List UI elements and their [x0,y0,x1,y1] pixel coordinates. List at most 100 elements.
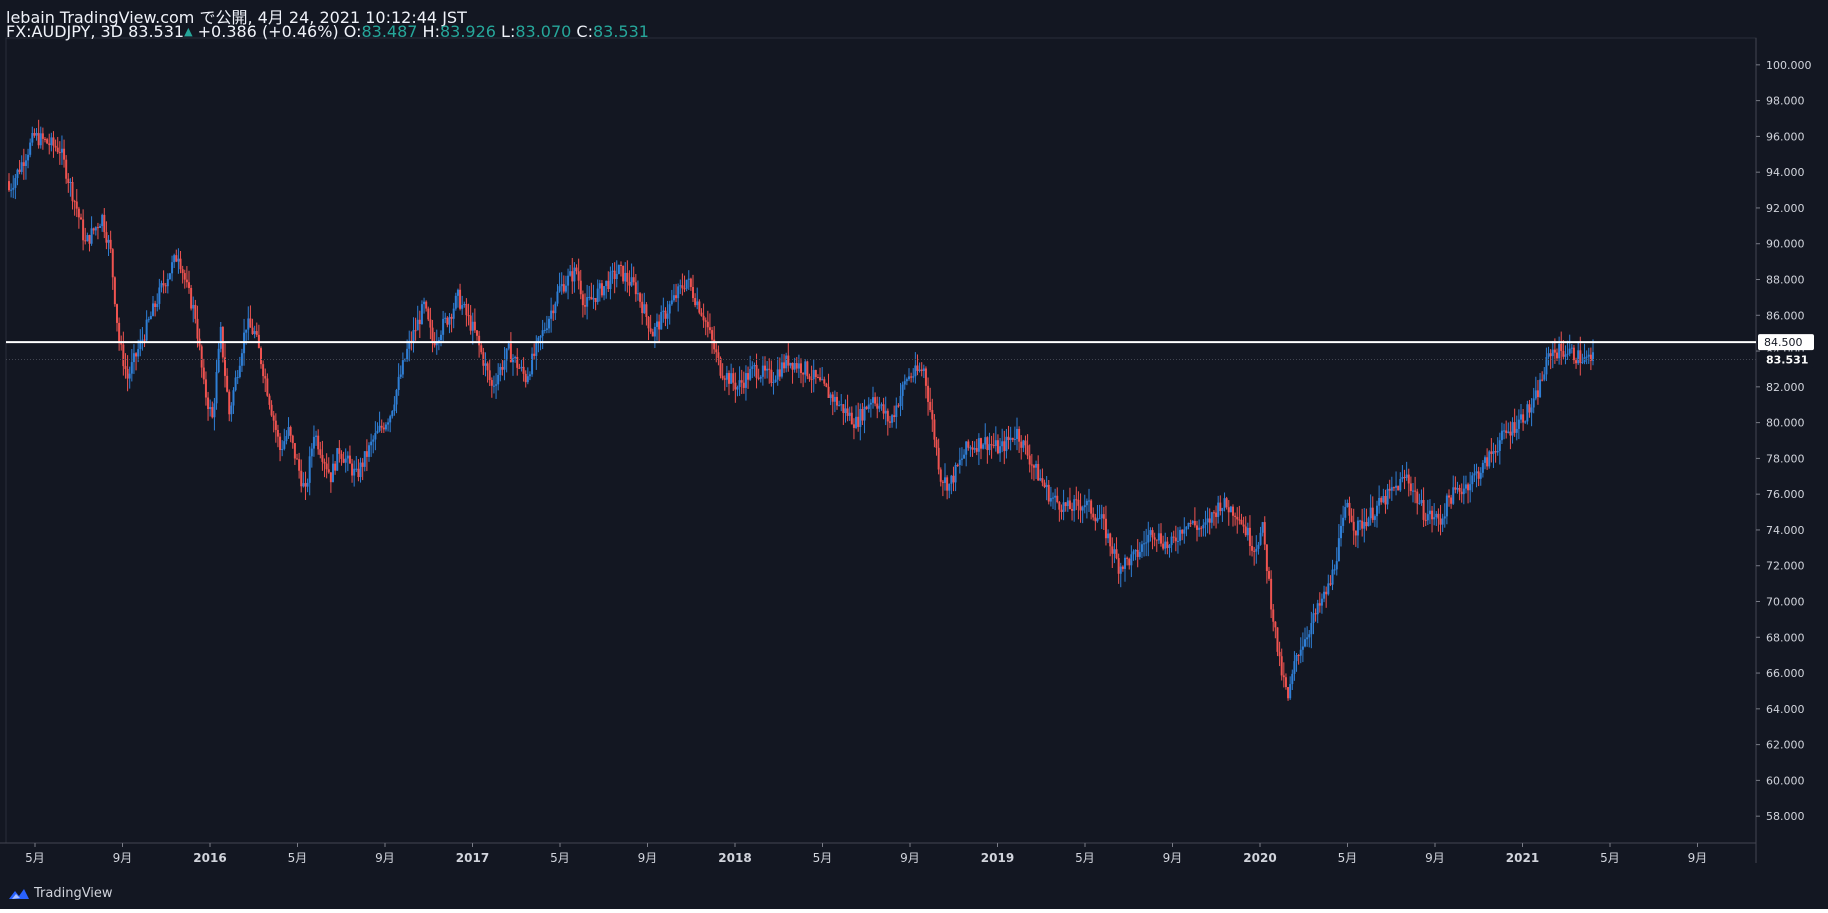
candle-body [647,316,650,329]
candle-body [1403,477,1406,479]
candle-body [814,370,817,377]
candle-body [253,331,256,334]
candle-body [933,419,936,440]
candle-body [882,404,885,414]
candle-body [264,376,267,379]
candle-body [380,425,383,428]
x-tick-label: 2020 [1243,851,1276,865]
candle-body [910,376,913,378]
candle-body [664,310,667,319]
candle-body [908,376,910,380]
candle-body [1572,347,1575,361]
open-label: O: [343,22,362,41]
candle-body [899,395,902,407]
candle-body [310,448,313,457]
candle-body [289,427,292,436]
candle-body [270,404,273,416]
candle-body [287,427,290,437]
candle-body [1575,360,1578,364]
candle-body [1388,488,1391,491]
candle-body [1337,538,1340,562]
candle-body [80,217,82,220]
candle-body [12,187,15,190]
candle-body [1079,505,1082,511]
y-tick-label: 58.000 [1766,810,1805,823]
y-tick-label: 82.000 [1766,381,1805,394]
candle-body [480,345,483,353]
candle-body [448,316,451,325]
candle-body [418,319,421,325]
candle-body [471,321,474,331]
y-tick-label: 74.000 [1766,524,1805,537]
candle-body [467,315,470,317]
candle-body [880,404,883,406]
candle-body [1435,513,1438,518]
candle-body [996,440,999,454]
candle-body [874,397,877,404]
candle-body [1475,471,1478,474]
candle-body [531,353,534,375]
candle-body [361,462,364,467]
candle-body [596,288,599,303]
candle-body [1026,445,1029,456]
candle-body [617,264,620,274]
candle-body [1189,522,1192,524]
candle-body [1348,502,1351,516]
tradingview-brand[interactable]: TradingView [8,886,113,901]
candle-body [183,273,186,280]
candle-body [518,367,521,369]
candle-body [393,404,396,412]
candle-body [499,366,502,375]
candle-body [1412,490,1414,492]
candle-body [666,313,669,319]
candle-body [368,445,370,457]
candle-body [459,289,462,309]
candle-body [240,353,243,366]
candle-body [808,376,811,380]
candle-body [653,326,656,337]
candle-body [1179,529,1182,541]
candle-body [359,462,362,478]
candle-body [1208,518,1211,523]
chart-panel[interactable]: 100.000 98.000 96.000 94.000 92.000 90.000 88.… [0,0,1828,909]
candle-body [1143,543,1146,545]
candle-body [744,373,747,388]
candle-body [376,430,379,434]
candle-body [914,365,917,377]
candle-body [325,463,328,470]
candle-body [980,438,982,449]
candle-body [145,319,148,341]
candle-body [429,319,432,328]
candle-body [427,308,430,320]
candle-body [670,300,673,305]
candle-body [1498,440,1501,451]
y-tick-label: 64.000 [1766,703,1805,716]
candle-body [1124,557,1126,569]
candle-body [179,258,182,270]
candle-body [1147,534,1150,543]
candle-body [124,366,127,369]
candlestick-chart[interactable]: 100.000 98.000 96.000 94.000 92.000 90.000 88.… [0,0,1828,909]
candle-body [154,303,157,308]
candle-body [317,435,320,450]
candle-body [1428,510,1431,515]
candle-body [118,322,121,344]
candle-body [425,301,428,309]
candle-body [541,330,544,336]
candle-body [149,315,152,320]
candle-body [1153,537,1156,540]
candle-body [8,181,10,191]
candle-body [524,373,527,383]
candle-body [865,406,868,409]
candle-body [27,154,30,161]
candle-body [886,410,889,422]
open-value: 83.487 [361,22,418,41]
candle-body [382,427,385,430]
candle-body [571,271,574,282]
candle-body [1371,507,1374,520]
candle-body [1304,639,1306,647]
candle-body [363,451,366,467]
candle-body [1236,516,1239,520]
candle-body [645,304,648,317]
candle-body [1484,457,1486,463]
